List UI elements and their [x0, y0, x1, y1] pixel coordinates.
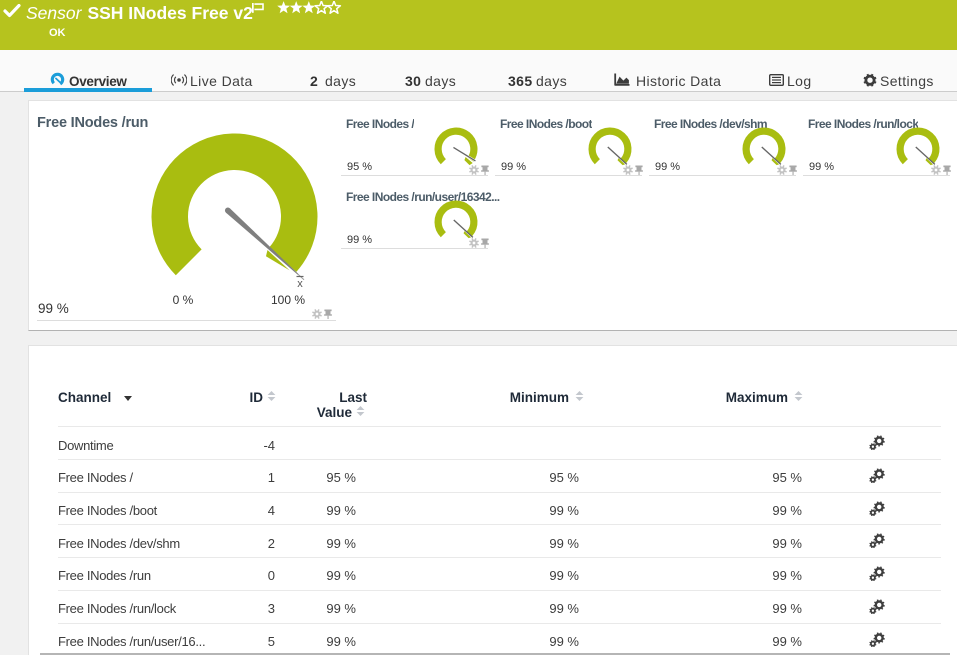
svg-text:x: x: [297, 278, 303, 290]
